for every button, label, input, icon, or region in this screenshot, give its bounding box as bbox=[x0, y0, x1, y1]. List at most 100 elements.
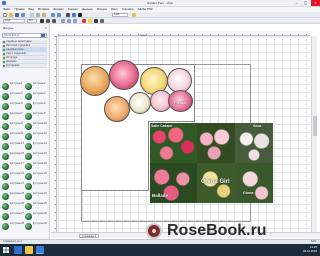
shape-item[interactable]: Куст розы 18 bbox=[25, 163, 47, 170]
pointer-tool-icon[interactable] bbox=[66, 13, 70, 17]
taskbar-clock[interactable]: 13:25 04.12.2018 bbox=[303, 245, 317, 253]
folder-icon[interactable] bbox=[25, 246, 33, 254]
shape-item[interactable]: Куст розы 29 bbox=[2, 223, 24, 230]
shape-item-label: Куст розы 21 bbox=[10, 183, 24, 185]
minimize-button[interactable]: – bbox=[292, 0, 301, 6]
watermark-text: RoseBook.ru bbox=[167, 222, 267, 239]
zoom-combo[interactable]: 51% bbox=[112, 13, 128, 17]
align-right-icon[interactable] bbox=[73, 19, 77, 23]
close-icon[interactable]: × bbox=[45, 24, 47, 32]
redo-icon[interactable] bbox=[57, 13, 61, 17]
undo-icon[interactable] bbox=[51, 13, 55, 17]
rose-label: Soua bbox=[253, 124, 262, 128]
line-weight-icon[interactable] bbox=[100, 19, 104, 23]
shape-item[interactable]: Куст розы 4 bbox=[25, 93, 47, 100]
page-tab[interactable]: Страница-1 bbox=[79, 234, 100, 238]
fill-color-icon[interactable] bbox=[88, 19, 92, 23]
scrollbar-thumb[interactable] bbox=[313, 116, 317, 136]
shape-item[interactable]: Куст розы 14 bbox=[25, 143, 47, 150]
cut-icon[interactable] bbox=[30, 13, 34, 17]
font-color-icon[interactable] bbox=[82, 19, 86, 23]
shape-search-input[interactable]: Поиск фигур bbox=[2, 33, 47, 38]
rose-photo-white[interactable]: Soua bbox=[235, 123, 273, 163]
shape-item[interactable]: Куст розы 12 bbox=[25, 133, 47, 140]
shape-item[interactable]: Куст розы 16 bbox=[25, 153, 47, 160]
shape-item[interactable]: Куст розы 19 bbox=[2, 173, 24, 180]
shape-item[interactable]: Куст розы 3 bbox=[2, 93, 24, 100]
align-center-icon[interactable] bbox=[67, 19, 71, 23]
app-icon[interactable] bbox=[2, 1, 6, 5]
save-icon[interactable] bbox=[15, 13, 19, 17]
new-icon[interactable] bbox=[3, 13, 7, 17]
shape-item[interactable]: Куст розы 2 bbox=[25, 83, 47, 90]
rose-photo-gloria[interactable]: Gloria bbox=[235, 163, 273, 203]
vertical-scrollbar[interactable] bbox=[311, 36, 317, 232]
shape-item[interactable]: Куст розы 30 bbox=[25, 223, 47, 230]
shape-item-label: Куст розы 1 bbox=[10, 83, 23, 85]
line-color-icon[interactable] bbox=[94, 19, 98, 23]
underline-icon[interactable] bbox=[52, 19, 56, 23]
shape-item[interactable]: Куст розы 23 bbox=[2, 193, 24, 200]
shape-item[interactable]: Куст розы 9 bbox=[2, 123, 24, 130]
shape-item[interactable]: Куст розы 15 bbox=[2, 153, 24, 160]
shape-item[interactable]: Куст розы 17 bbox=[2, 163, 24, 170]
stencil-item[interactable]: Кустарники bbox=[2, 64, 47, 68]
close-button[interactable]: × bbox=[311, 0, 320, 6]
shape-item[interactable]: Куст розы 1 bbox=[2, 83, 24, 90]
ie-icon[interactable] bbox=[14, 246, 22, 254]
shape-item[interactable]: Куст розы 24 bbox=[25, 193, 47, 200]
maximize-button[interactable]: ▢ bbox=[301, 0, 310, 6]
text-tool-icon[interactable] bbox=[78, 13, 82, 17]
open-icon[interactable] bbox=[9, 13, 13, 17]
visio-taskbar-icon[interactable] bbox=[36, 246, 44, 254]
shape-item-label: Куст розы 12 bbox=[33, 133, 47, 135]
rose-bush-icon bbox=[25, 133, 32, 140]
shape-item[interactable]: Куст розы 13 bbox=[2, 143, 24, 150]
print-icon[interactable] bbox=[21, 13, 25, 17]
shape-search-placeholder: Поиск фигур bbox=[4, 34, 20, 37]
search-icon[interactable] bbox=[41, 34, 45, 37]
rose-photo-china-girl[interactable]: China Girl bbox=[197, 163, 235, 203]
paste-icon[interactable] bbox=[42, 13, 46, 17]
rose-bush-fiesta[interactable]: Fiesta bbox=[168, 90, 193, 112]
shape-item[interactable]: Куст розы 5 bbox=[2, 103, 24, 110]
shape-item-label: Куст розы 27 bbox=[10, 213, 24, 215]
shape-item[interactable]: Куст розы 11 bbox=[2, 133, 24, 140]
shape-item-label: Куст розы 19 bbox=[10, 173, 24, 175]
shape-item[interactable]: Куст розы 10 bbox=[25, 123, 47, 130]
shape-item[interactable]: Куст розы 25 bbox=[2, 203, 24, 210]
italic-icon[interactable] bbox=[46, 19, 50, 23]
shape-item[interactable]: Куст розы 28 bbox=[25, 213, 47, 220]
shape-item[interactable]: Куст розы 26 bbox=[25, 203, 47, 210]
help-icon[interactable] bbox=[132, 13, 136, 17]
rose-bush-pink[interactable] bbox=[109, 60, 139, 90]
rose-bush-icon bbox=[25, 103, 32, 110]
rose-photo-light[interactable] bbox=[197, 123, 235, 163]
shape-item[interactable]: Куст розы 27 bbox=[2, 213, 24, 220]
windows-start-icon[interactable] bbox=[3, 247, 9, 253]
rose-bush-cream[interactable] bbox=[129, 92, 151, 114]
rose-bush-icon bbox=[2, 83, 9, 90]
rose-bush-apricot[interactable] bbox=[104, 96, 130, 122]
shape-item[interactable]: Куст розы 6 bbox=[25, 103, 47, 110]
shape-item[interactable]: Куст розы 22 bbox=[25, 183, 47, 190]
align-left-icon[interactable] bbox=[61, 19, 65, 23]
garden-bed-left[interactable] bbox=[81, 121, 149, 191]
rose-photo-ballade[interactable]: Ballade bbox=[150, 163, 197, 203]
copy-icon[interactable] bbox=[36, 13, 40, 17]
shape-item[interactable]: Куст розы 8 bbox=[25, 113, 47, 120]
bold-icon[interactable] bbox=[40, 19, 44, 23]
shape-item[interactable]: Куст розы 7 bbox=[2, 113, 24, 120]
font-size-combo[interactable]: 8пт bbox=[27, 19, 37, 23]
font-combo[interactable]: Arial bbox=[3, 19, 25, 23]
rose-photo-satin[interactable]: Satin Caliane bbox=[150, 123, 197, 163]
shape-item[interactable]: Куст розы 20 bbox=[25, 173, 47, 180]
rose-bush-peach[interactable] bbox=[80, 66, 110, 96]
shape-item-label: Куст розы 16 bbox=[33, 153, 47, 155]
rose-bush-icon bbox=[25, 163, 32, 170]
connector-tool-icon[interactable] bbox=[72, 13, 76, 17]
shape-item-label: Куст розы 6 bbox=[33, 103, 46, 105]
rose-bush-icon bbox=[2, 93, 9, 100]
rose-bush-icon bbox=[25, 153, 32, 160]
shape-item[interactable]: Куст розы 21 bbox=[2, 183, 24, 190]
